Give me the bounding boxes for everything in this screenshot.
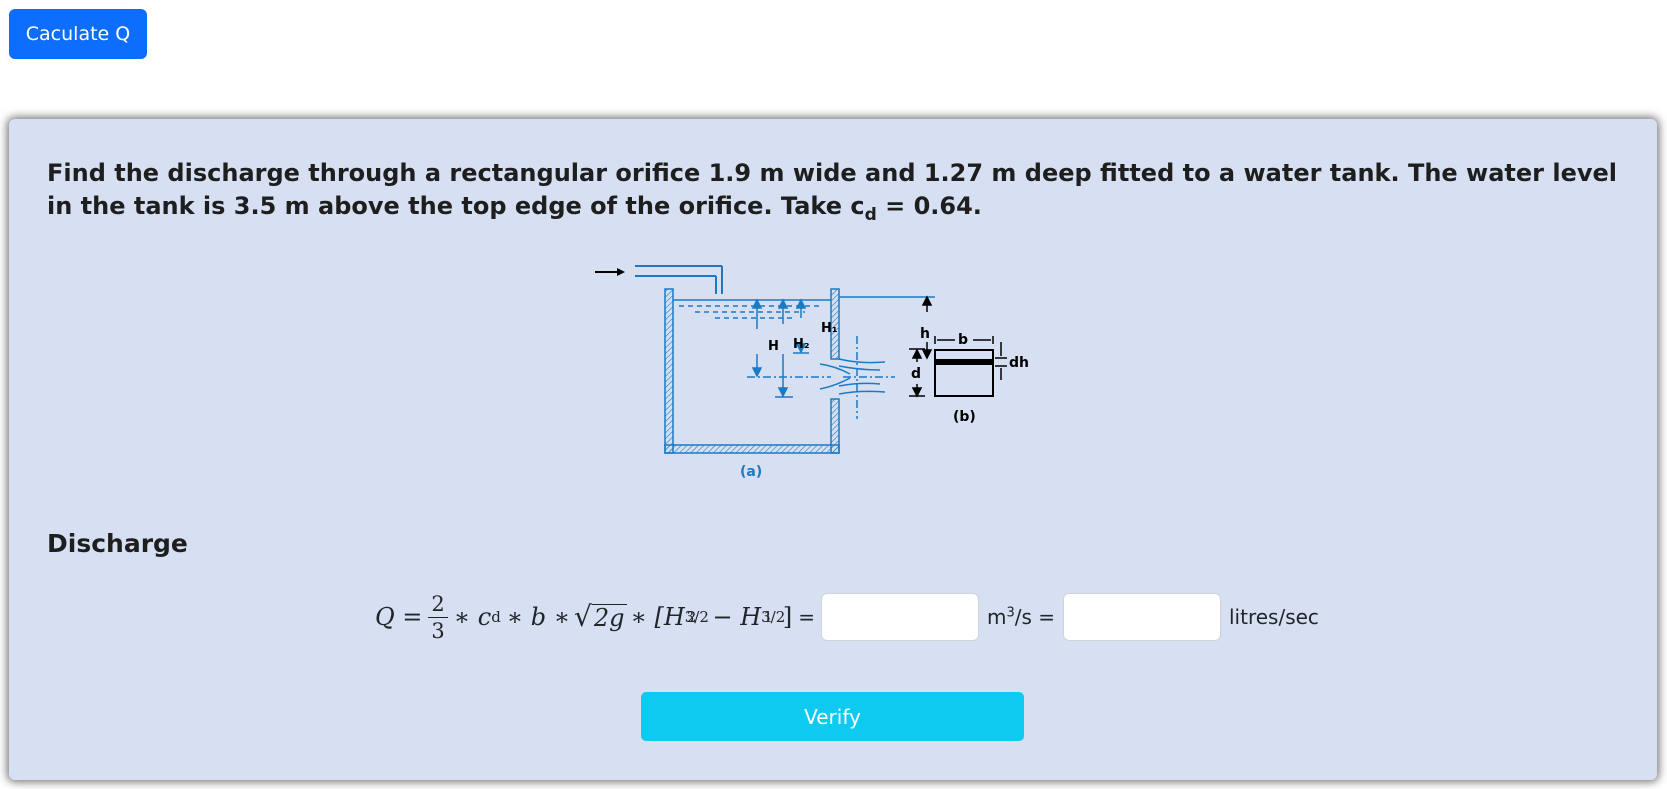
formula-b: ∗ b ∗ bbox=[506, 603, 571, 631]
label-H1: H₁ bbox=[821, 321, 838, 336]
orifice-section bbox=[934, 336, 1007, 397]
label-b: (b) bbox=[953, 409, 976, 425]
fraction-denominator: 3 bbox=[431, 618, 445, 643]
h1-subscript: 1 bbox=[763, 608, 773, 626]
formula-h1: − H bbox=[712, 603, 762, 631]
equals-sign: = bbox=[798, 605, 815, 629]
label-dh: dh bbox=[1009, 355, 1029, 371]
label-h: h bbox=[920, 326, 930, 342]
formula-h2: ∗ [H bbox=[630, 603, 685, 631]
discharge-heading: Discharge bbox=[47, 529, 188, 558]
formula-fraction: 23 bbox=[428, 591, 448, 644]
sqrt-argument: 2g bbox=[591, 604, 627, 632]
discharge-formula-row: Q = 23 ∗ cd ∗ b ∗ √ 2g ∗ [H 3/2 2 − H 3/2 1 ]… bbox=[375, 589, 1327, 645]
label-b-dim: b bbox=[958, 332, 968, 348]
tank-walls bbox=[664, 288, 840, 454]
discharge-m3s-input[interactable] bbox=[820, 593, 979, 641]
formula-cd-sub: d bbox=[491, 608, 501, 626]
sqrt-symbol: √ 2g bbox=[574, 600, 627, 633]
discharge-lps-input[interactable] bbox=[1063, 593, 1221, 641]
unit-m3s: m3/s = bbox=[986, 605, 1055, 629]
label-a: (a) bbox=[740, 464, 762, 480]
inflow-pipe bbox=[635, 265, 723, 294]
formula-cd: ∗ c bbox=[453, 603, 492, 631]
unit-litres-per-sec: litres/sec bbox=[1229, 605, 1319, 629]
problem-card: Find the discharge through a rectangular… bbox=[9, 119, 1657, 780]
head-dimension-lines bbox=[747, 298, 831, 398]
problem-statement: Find the discharge through a rectangular… bbox=[47, 157, 1627, 232]
verify-button[interactable]: Verify bbox=[641, 692, 1024, 741]
fraction-numerator: 2 bbox=[428, 591, 448, 618]
discharge-formula: Q = 23 ∗ cd ∗ b ∗ √ 2g ∗ [H 3/2 2 − H 3/2 1 ] bbox=[375, 591, 792, 644]
problem-text: Find the discharge through a rectangular… bbox=[47, 159, 1618, 220]
orifice-diagram: H H₂ H₁ h b d dh (b) (a) bbox=[595, 265, 1029, 480]
problem-text-tail: = 0.64. bbox=[876, 192, 982, 220]
label-H: H bbox=[768, 339, 779, 354]
label-d: d bbox=[911, 366, 921, 382]
label-H2: H₂ bbox=[793, 337, 810, 352]
formula-lhs: Q = bbox=[375, 603, 423, 631]
h2-subscript: 2 bbox=[686, 608, 697, 626]
inflow-arrow-icon bbox=[595, 268, 625, 276]
calculate-q-button[interactable]: Caculate Q bbox=[9, 9, 147, 59]
formula-close-bracket: ] bbox=[782, 603, 793, 631]
cd-subscript: d bbox=[864, 204, 877, 225]
